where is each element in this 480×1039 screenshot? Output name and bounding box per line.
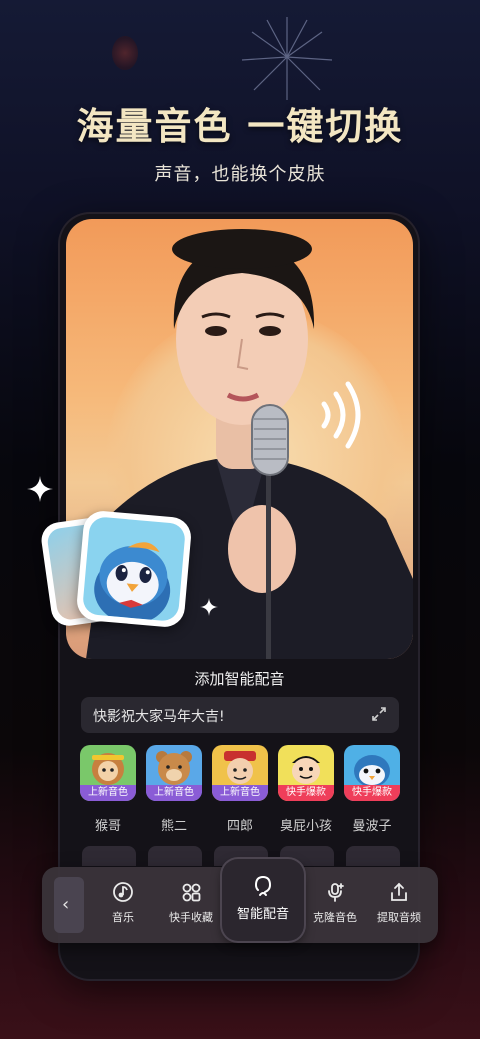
bottom-toolbar: ‹ 音乐 快手收藏 智能配音 克隆音色 提取音频	[42, 859, 438, 943]
headline: 海量音色 一键切换	[76, 105, 404, 148]
voice-avatar: 快手爆款	[278, 745, 334, 801]
smart-voice-icon	[254, 876, 272, 896]
chevron-left-icon: ‹	[62, 894, 70, 915]
voice-item-kid[interactable]: 快手爆款 臭屁小孩	[278, 745, 334, 834]
voice-tag: 快手爆款	[344, 785, 400, 801]
toolbar-label: 快手收藏	[169, 911, 213, 924]
clone-voice-icon	[328, 883, 344, 902]
sparkle-icon	[27, 476, 53, 502]
sparkle-icon	[200, 598, 218, 616]
voice-tag: 快手爆款	[278, 785, 334, 801]
voice-avatar: 上新音色	[146, 745, 202, 801]
toolbar-item-favorites[interactable]: 快手收藏	[160, 881, 222, 931]
voice-name: 熊二	[160, 819, 187, 834]
voice-name: 四郎	[226, 819, 253, 834]
toolbar-item-clone-voice[interactable]: 克隆音色	[304, 881, 366, 931]
voice-avatar: 快手爆款	[344, 745, 400, 801]
voice-tag: 上新音色	[146, 785, 202, 801]
favorites-icon	[182, 883, 201, 902]
voice-item-silang[interactable]: 上新音色 四郎	[212, 745, 268, 834]
voice-name: 臭屁小孩	[279, 819, 332, 834]
extract-audio-icon	[391, 882, 407, 901]
voice-avatar-placeholder	[148, 846, 202, 866]
sound-wave-icon	[321, 381, 361, 449]
voice-avatar: 上新音色	[212, 745, 268, 801]
voice-item-penguin[interactable]: 快手爆款 曼波子	[344, 745, 400, 834]
voice-item-monkey[interactable]: 上新音色 猴哥	[80, 745, 136, 834]
voice-list: 上新音色 猴哥 上新音色 熊二 上新音色 四郎 快手爆款 臭屁小孩 快手爆款 曼…	[78, 745, 404, 835]
toolbar-label: 克隆音色	[313, 911, 357, 924]
toolbar-item-music[interactable]: 音乐	[92, 881, 154, 931]
voice-item-bear[interactable]: 上新音色 熊二	[146, 745, 202, 834]
back-button[interactable]: ‹	[54, 877, 84, 933]
penguin-character-card	[75, 509, 193, 629]
voice-tag: 上新音色	[212, 785, 268, 801]
toolbar-label: 音乐	[112, 911, 134, 924]
voice-name: 猴哥	[94, 819, 121, 834]
toolbar-item-extract-audio[interactable]: 提取音频	[368, 881, 430, 931]
voice-tag: 上新音色	[80, 785, 136, 801]
firework-decoration	[241, 17, 333, 100]
subheadline: 声音，也能换个皮肤	[154, 164, 326, 185]
toolbar-label: 智能配音	[236, 907, 289, 922]
voice-avatar-placeholder	[82, 846, 136, 866]
voice-text-field[interactable]: 快影祝大家马年大吉!	[81, 697, 399, 733]
lantern-decoration	[112, 36, 138, 70]
expand-icon[interactable]	[371, 706, 387, 722]
voice-name: 曼波子	[352, 819, 392, 834]
toolbar-item-smart-voice[interactable]: 智能配音	[222, 859, 304, 941]
panel-title: 添加智能配音	[194, 670, 285, 688]
voice-text-value: 快影祝大家马年大吉!	[93, 709, 225, 725]
voice-avatar-placeholder	[346, 846, 400, 866]
toolbar-label: 提取音频	[377, 911, 421, 924]
voice-avatar: 上新音色	[80, 745, 136, 801]
music-note-icon	[113, 882, 133, 902]
penguin-avatar-icon	[94, 542, 171, 622]
